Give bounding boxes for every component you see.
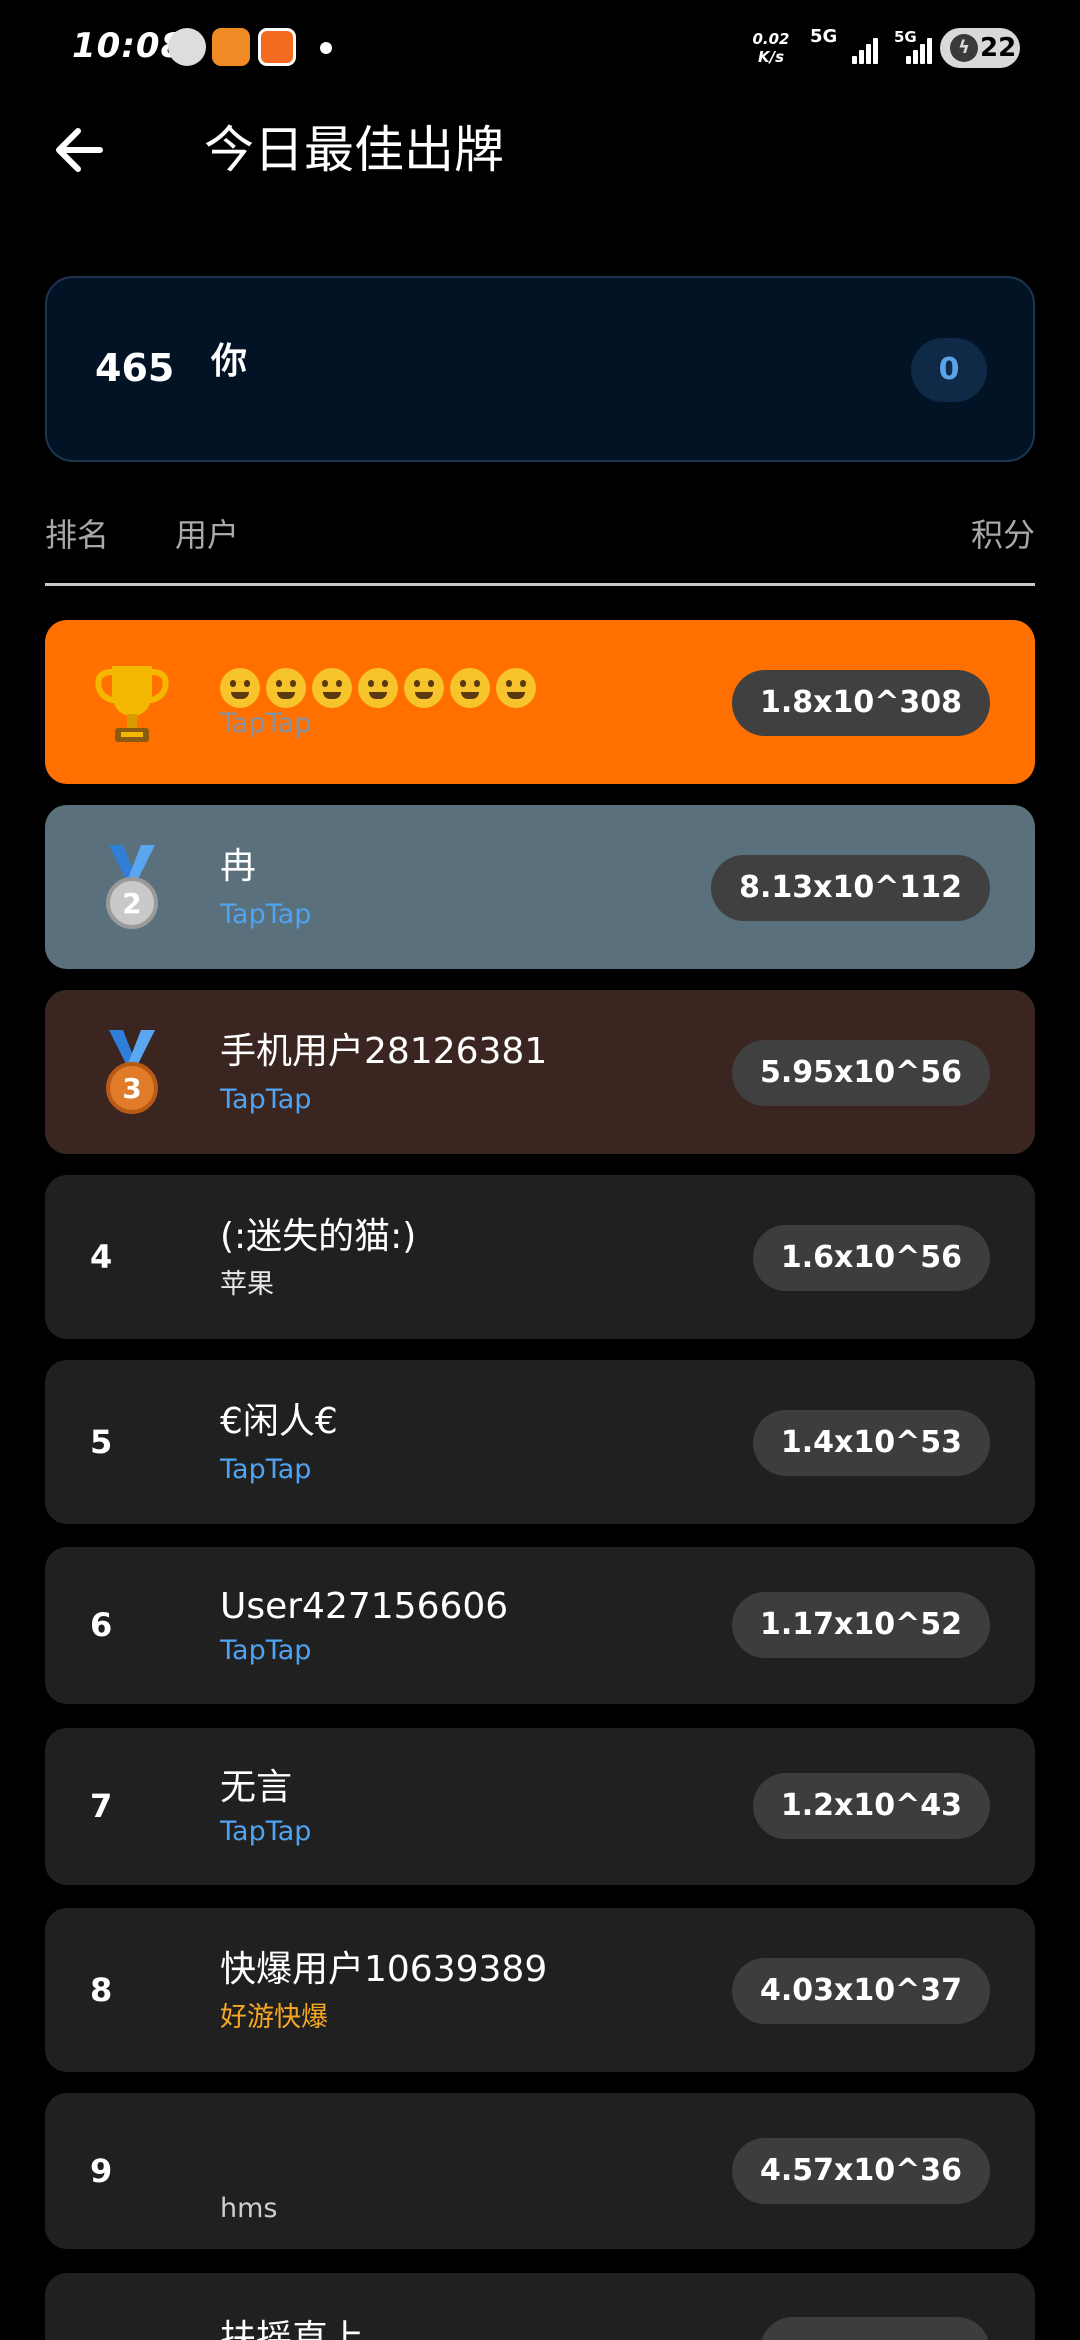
row-platform: TapTap — [220, 1635, 312, 1666]
arrow-left-icon — [56, 128, 103, 172]
leaderboard-row[interactable]: 4 (:迷失的猫:) 苹果 1.6x10^56 — [45, 1175, 1035, 1339]
row-rank: 9 — [90, 2152, 113, 2190]
row-name: 手机用户28126381 — [220, 1031, 548, 1072]
column-score: 积分 — [970, 516, 1035, 554]
row-rank: 4 — [90, 1238, 113, 1276]
row-platform: 苹果 — [220, 1269, 274, 1300]
emoji-name — [220, 668, 536, 708]
row-platform: TapTap — [220, 1454, 312, 1485]
row-score: 1.17x10^52 — [731, 1592, 990, 1658]
trophy-icon — [95, 666, 169, 742]
app-notification-icon — [168, 28, 206, 66]
sim1-network-type: 5G — [810, 26, 838, 47]
status-bar: 10:08 0.02 K/s 5G 5G ϟ 22 — [0, 0, 1080, 96]
row-name: 无言 — [220, 1767, 293, 1808]
app-notification-icon — [258, 28, 296, 66]
row-score: 5.95x10^56 — [731, 1040, 990, 1106]
row-score: 1.4x10^53 — [752, 1410, 990, 1476]
heart-eyes-emoji-icon — [266, 668, 306, 708]
row-score: 4.03x10^37 — [731, 1958, 990, 2024]
network-speed: 0.02 K/s — [752, 30, 790, 66]
row-score: 1.6x10^56 — [752, 1225, 990, 1291]
row-name: User427156606 — [220, 1586, 509, 1627]
row-name: 扶摇直上 — [220, 2318, 365, 2340]
my-score-badge: 0 — [911, 338, 987, 402]
sim2-signal-icon — [904, 34, 938, 64]
my-rank-card: 465 你 0 — [45, 276, 1035, 462]
leaderboard-row[interactable]: 8 快爆用户10639389 好游快爆 4.03x10^37 — [45, 1908, 1035, 2072]
bronze-medal-icon: 3 — [106, 1030, 158, 1114]
silver-medal-icon: 2 — [106, 845, 158, 929]
row-rank: 6 — [90, 1606, 113, 1644]
confounded-emoji-icon — [450, 668, 490, 708]
leaderboard-screen: 10:08 0.02 K/s 5G 5G ϟ 22 今日最佳出牌 465 你 0… — [0, 0, 1080, 2340]
row-rank: 5 — [90, 1423, 113, 1461]
leaderboard-row[interactable]: 2 冉 TapTap 8.13x10^112 — [45, 805, 1035, 969]
row-score: 1.2x10^43 — [752, 1773, 990, 1839]
more-notifications-icon — [320, 42, 332, 54]
column-rank: 排名 — [45, 516, 110, 554]
svg-text:2: 2 — [122, 887, 141, 920]
smile-emoji-icon — [312, 668, 352, 708]
my-name: 你 — [211, 341, 248, 382]
leaderboard-row[interactable]: 7 无言 TapTap 1.2x10^43 — [45, 1728, 1035, 1885]
app-header: 今日最佳出牌 — [0, 110, 1080, 200]
grin-emoji-icon — [220, 668, 260, 708]
svg-text:3: 3 — [122, 1072, 141, 1105]
row-platform: TapTap — [220, 899, 312, 930]
leaderboard-row[interactable]: 6 User427156606 TapTap 1.17x10^52 — [45, 1547, 1035, 1704]
back-button[interactable] — [50, 120, 110, 180]
column-header: 排名 用户 积分 — [45, 510, 1035, 586]
unamused-emoji-icon — [358, 668, 398, 708]
row-score: 8.13x10^112 — [711, 855, 990, 921]
row-name: 快爆用户10639389 — [220, 1949, 548, 1990]
sim1-signal-icon — [852, 34, 886, 64]
my-rank: 465 — [95, 346, 175, 390]
row-score — [760, 2317, 990, 2340]
page-title: 今日最佳出牌 — [204, 121, 504, 179]
app-notification-icon — [212, 28, 250, 66]
row-rank: 7 — [90, 1787, 113, 1825]
row-platform: TapTap — [220, 708, 312, 739]
row-platform: 好游快爆 — [220, 2002, 328, 2033]
leaderboard-row[interactable]: TapTap 1.8x10^308 — [45, 620, 1035, 784]
row-rank: 8 — [90, 1971, 113, 2009]
row-platform: hms — [220, 2193, 278, 2224]
row-name: €闲人€ — [220, 1401, 338, 1442]
row-score: 1.8x10^308 — [731, 670, 990, 736]
leaderboard-row[interactable]: 3 手机用户28126381 TapTap 5.95x10^56 — [45, 990, 1035, 1154]
leaderboard-row[interactable]: 扶摇直上 — [45, 2273, 1035, 2340]
blush-emoji-icon — [404, 668, 444, 708]
row-score: 4.57x10^36 — [731, 2138, 990, 2204]
row-name: 冉 — [220, 846, 257, 887]
column-user: 用户 — [175, 516, 240, 554]
relaxed-emoji-icon — [496, 668, 536, 708]
row-name: (:迷失的猫:) — [220, 1216, 417, 1257]
charging-icon: ϟ — [950, 34, 978, 62]
battery-indicator: ϟ 22 — [940, 28, 1020, 68]
row-platform: TapTap — [220, 1816, 312, 1847]
row-platform: TapTap — [220, 1084, 312, 1115]
leaderboard-row[interactable]: 5 €闲人€ TapTap 1.4x10^53 — [45, 1360, 1035, 1524]
leaderboard-row[interactable]: 9 hms 4.57x10^36 — [45, 2093, 1035, 2249]
